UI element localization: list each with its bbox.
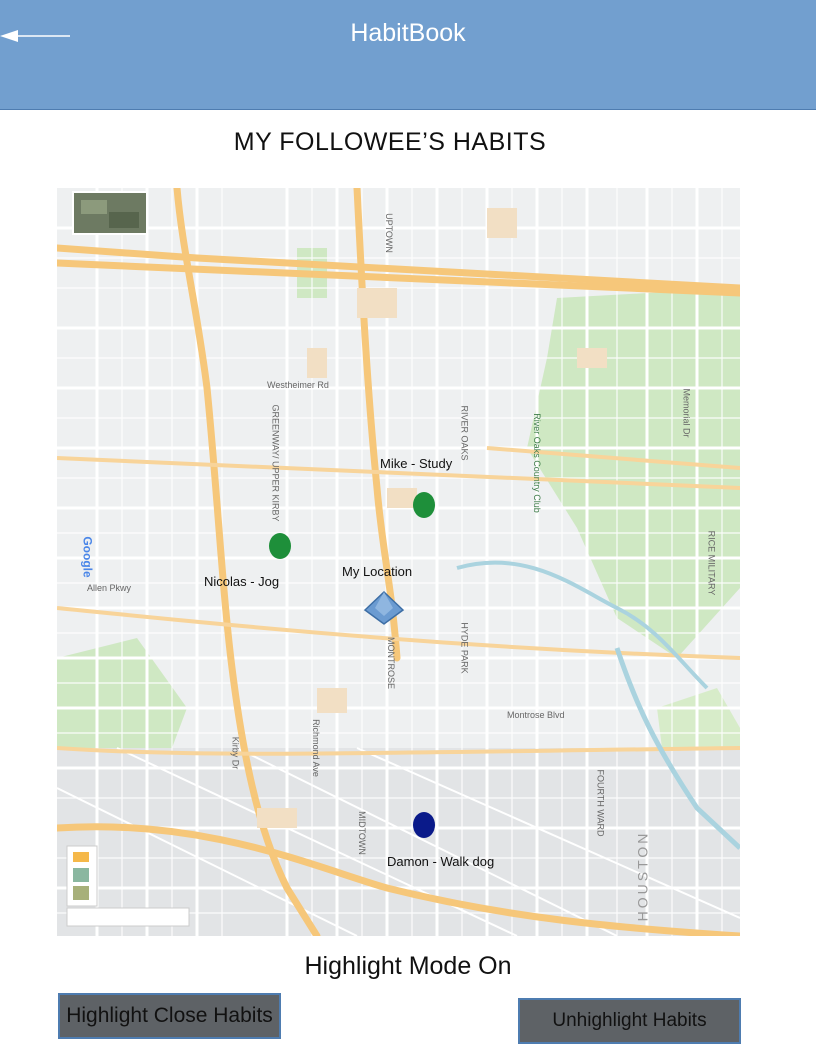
map-pin-icon[interactable]	[267, 531, 293, 561]
street-label: RICE MILITARY	[706, 530, 717, 596]
map-pin-icon[interactable]	[411, 490, 437, 520]
page-title: MY FOLLOWEE’S HABITS	[233, 128, 547, 156]
street-label: MONTROSE	[386, 636, 397, 690]
map-pin-icon[interactable]	[411, 810, 437, 840]
street-label: Allen Pkwy	[87, 583, 132, 593]
street-label: Westheimer Rd	[267, 380, 329, 390]
street-label: RIVER OAKS	[459, 405, 470, 461]
street-label: Richmond Ave	[310, 719, 321, 777]
marker-label-damon: Damon - Walk dog	[387, 854, 495, 869]
street-label: HOUSTON	[634, 830, 651, 922]
highlight-close-habits-button[interactable]: Highlight Close Habits	[58, 993, 281, 1039]
street-label: UPTOWN	[383, 213, 394, 253]
habit-map[interactable]: UPTOWN GREENWAY/ UPPER KIRBY RIVER OAKS …	[57, 188, 740, 936]
marker-label-my-location: My Location	[342, 564, 413, 579]
map-background	[57, 188, 740, 936]
highlight-status: Highlight Mode On	[304, 952, 512, 980]
street-label: Montrose Blvd	[507, 710, 565, 720]
street-label: GREENWAY/ UPPER KIRBY	[270, 404, 281, 522]
street-label: River Oaks Country Club	[531, 413, 542, 513]
street-label: HYDE PARK	[459, 622, 470, 674]
unhighlight-habits-button[interactable]: Unhighlight Habits	[518, 998, 741, 1044]
location-diamond-icon[interactable]	[363, 590, 405, 626]
marker-label-mike: Mike - Study	[380, 456, 453, 471]
google-logo: Google	[80, 536, 95, 578]
street-label: Memorial Dr	[681, 388, 692, 438]
street-label: Kirby Dr	[230, 736, 241, 770]
app-header: HabitBook	[0, 0, 816, 110]
street-label: MIDTOWN	[356, 811, 367, 855]
street-label: FOURTH WARD	[595, 769, 606, 837]
app-title: HabitBook	[350, 19, 466, 47]
marker-label-nicolas: Nicolas - Jog	[204, 574, 280, 589]
